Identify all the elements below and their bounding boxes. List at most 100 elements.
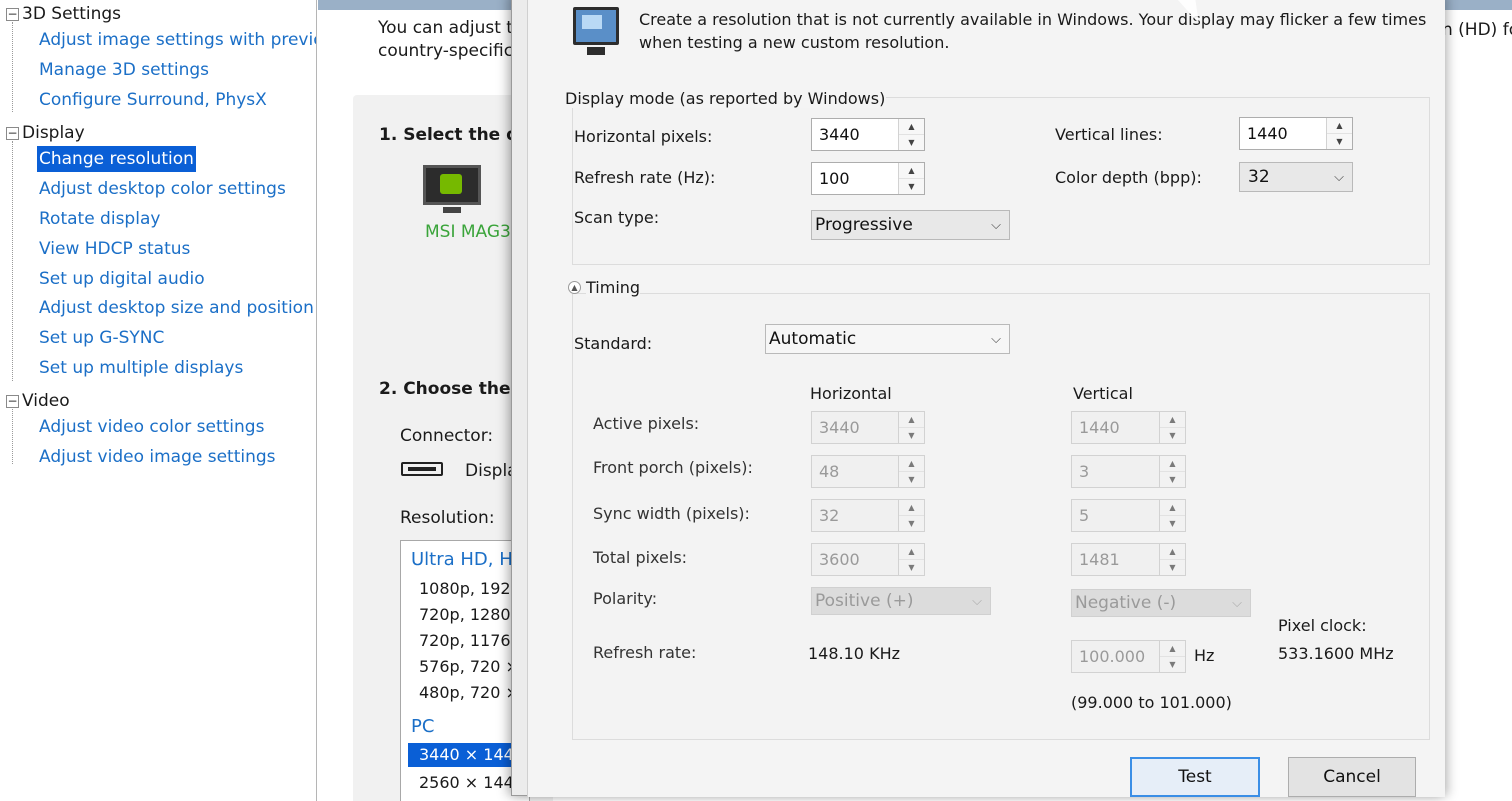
- resolution-item[interactable]: 1080p, 192: [419, 579, 511, 598]
- nav-item-rotate-display[interactable]: Rotate display: [37, 206, 162, 232]
- spin-up-icon: ▲: [1169, 459, 1176, 468]
- nav-category-label: Video: [22, 391, 70, 411]
- front-porch-v-value: 3: [1079, 462, 1090, 481]
- front-porch-h-value: 48: [819, 462, 840, 481]
- connector-label: Connector:: [400, 426, 494, 446]
- collapse-up-icon[interactable]: ▲: [568, 281, 581, 294]
- vertical-refresh-value: 100.000: [1079, 647, 1146, 666]
- spin-down-icon: ▼: [1160, 427, 1185, 443]
- total-pixels-v-value: 1481: [1079, 550, 1120, 569]
- spin-up-icon[interactable]: ▲: [899, 163, 924, 178]
- spin-down-icon[interactable]: ▼: [899, 178, 924, 194]
- nav-item-video-color[interactable]: Adjust video color settings: [37, 414, 266, 440]
- nav-item-digital-audio[interactable]: Set up digital audio: [37, 266, 207, 292]
- refresh-unit: Hz: [1194, 646, 1215, 665]
- resolution-item[interactable]: 576p, 720 ×: [419, 657, 519, 676]
- refresh-rate-spinner[interactable]: 100 ▲ ▼: [811, 162, 925, 195]
- nav-category-3d-settings[interactable]: − 3D Settings: [6, 3, 121, 25]
- collapse-toggle-icon[interactable]: −: [6, 7, 19, 21]
- spin-up-icon: ▲: [1169, 547, 1176, 556]
- nav-item-desktop-size-position[interactable]: Adjust desktop size and position: [37, 295, 316, 321]
- polarity-label: Polarity:: [593, 589, 658, 608]
- vertical-lines-spinner[interactable]: 1440 ▲ ▼: [1239, 117, 1353, 150]
- test-button[interactable]: Test: [1130, 757, 1260, 797]
- nav-item-video-image[interactable]: Adjust video image settings: [37, 444, 278, 470]
- active-pixels-h-spinner: 3440 ▲ ▼: [811, 411, 925, 444]
- color-depth-dropdown[interactable]: 32 ⌵: [1239, 162, 1353, 192]
- step-1-heading: 1. Select the di: [379, 125, 525, 145]
- active-pixels-v-value: 1440: [1079, 418, 1120, 437]
- resolution-group-pc: PC: [411, 716, 435, 737]
- dialog-description: Create a resolution that is not currentl…: [639, 10, 1427, 52]
- spin-up-icon[interactable]: ▲: [899, 119, 924, 134]
- intro-text-right: n (HD) fo: [1442, 20, 1512, 40]
- standard-label: Standard:: [574, 334, 653, 353]
- tree-connector: [12, 409, 13, 464]
- collapse-toggle-icon[interactable]: −: [6, 126, 19, 140]
- resolution-item[interactable]: 480p, 720 ×: [419, 683, 519, 702]
- horizontal-refresh-value: 148.10 KHz: [808, 644, 900, 663]
- spin-down-icon: ▼: [1160, 656, 1185, 672]
- collapse-toggle-icon[interactable]: −: [6, 394, 19, 408]
- display-mode-title: Display mode (as reported by Windows): [564, 89, 887, 108]
- front-porch-h-spinner: 48 ▲ ▼: [811, 455, 925, 488]
- spin-up-icon: ▲: [1169, 644, 1176, 653]
- nav-item-g-sync[interactable]: Set up G-SYNC: [37, 325, 166, 351]
- color-depth-value: 32: [1248, 167, 1270, 187]
- polarity-h-dropdown: Positive (+) ⌵: [811, 587, 991, 615]
- spin-up-icon[interactable]: ▲: [1327, 118, 1352, 133]
- resolution-item[interactable]: 720p, 1280: [419, 605, 511, 624]
- horizontal-pixels-value[interactable]: 3440: [812, 119, 898, 150]
- nav-item-adjust-desktop-color[interactable]: Adjust desktop color settings: [37, 176, 288, 202]
- total-pixels-h-spinner: 3600 ▲ ▼: [811, 543, 925, 576]
- spin-up-icon: ▲: [908, 547, 915, 556]
- horizontal-pixels-label: Horizontal pixels:: [574, 127, 713, 146]
- vertical-lines-value[interactable]: 1440: [1240, 118, 1326, 149]
- nav-item-manage-3d-settings[interactable]: Manage 3D settings: [37, 57, 211, 83]
- standard-dropdown[interactable]: Automatic ⌵: [765, 324, 1010, 354]
- front-porch-label: Front porch (pixels):: [593, 458, 753, 477]
- spin-down-icon[interactable]: ▼: [899, 134, 924, 150]
- resolution-group-ultra-hd: Ultra HD, H: [411, 549, 513, 570]
- horizontal-column-header: Horizontal: [810, 384, 892, 403]
- step-2-heading: 2. Choose the r: [379, 379, 525, 399]
- display-monitor-icon[interactable]: [423, 165, 481, 217]
- sync-width-h-value: 32: [819, 506, 840, 525]
- vertical-refresh-spinner: 100.000 ▲ ▼: [1071, 640, 1186, 673]
- resolution-item[interactable]: 720p, 1176: [419, 631, 511, 650]
- timing-title[interactable]: Timing: [586, 278, 641, 297]
- horizontal-pixels-spinner[interactable]: 3440 ▲ ▼: [811, 118, 925, 151]
- spin-up-icon: ▲: [908, 459, 915, 468]
- refresh-rate-value[interactable]: 100: [812, 163, 898, 194]
- cancel-button[interactable]: Cancel: [1288, 757, 1416, 797]
- scan-type-dropdown[interactable]: Progressive ⌵: [811, 210, 1010, 240]
- nav-category-label: Display: [22, 123, 85, 143]
- nav-category-video[interactable]: − Video: [6, 390, 70, 412]
- polarity-v-dropdown: Negative (-) ⌵: [1071, 589, 1251, 617]
- spin-up-icon: ▲: [1169, 415, 1176, 424]
- nav-item-multiple-displays[interactable]: Set up multiple displays: [37, 355, 245, 381]
- standard-value: Automatic: [769, 329, 857, 349]
- tree-connector: [12, 141, 13, 381]
- sync-width-v-value: 5: [1079, 506, 1090, 525]
- nav-item-adjust-image-settings[interactable]: Adjust image settings with preview: [37, 27, 316, 53]
- custom-resolution-dialog: Create a resolution that is not currentl…: [511, 0, 1445, 797]
- resolution-item[interactable]: 2560 × 144: [419, 773, 514, 792]
- scan-type-value: Progressive: [815, 215, 913, 235]
- spin-down-icon: ▼: [899, 515, 924, 531]
- vertical-column-header: Vertical: [1073, 384, 1133, 403]
- spin-up-icon: ▲: [908, 503, 915, 512]
- tree-connector: [12, 22, 13, 112]
- total-pixels-label: Total pixels:: [593, 548, 688, 567]
- spin-up-icon: ▲: [1169, 503, 1176, 512]
- spin-down-icon[interactable]: ▼: [1327, 133, 1352, 149]
- navigation-tree: − 3D Settings Adjust image settings with…: [0, 0, 317, 801]
- nav-item-view-hdcp-status[interactable]: View HDCP status: [37, 236, 192, 262]
- resolution-label: Resolution:: [400, 508, 495, 528]
- active-pixels-label: Active pixels:: [593, 414, 700, 433]
- refresh-rate-label: Refresh rate (Hz):: [574, 168, 716, 187]
- nav-item-change-resolution[interactable]: Change resolution: [37, 146, 196, 172]
- monitor-label[interactable]: MSI MAG3: [425, 222, 511, 242]
- nav-item-configure-surround[interactable]: Configure Surround, PhysX: [37, 87, 269, 113]
- nav-category-display[interactable]: − Display: [6, 122, 85, 144]
